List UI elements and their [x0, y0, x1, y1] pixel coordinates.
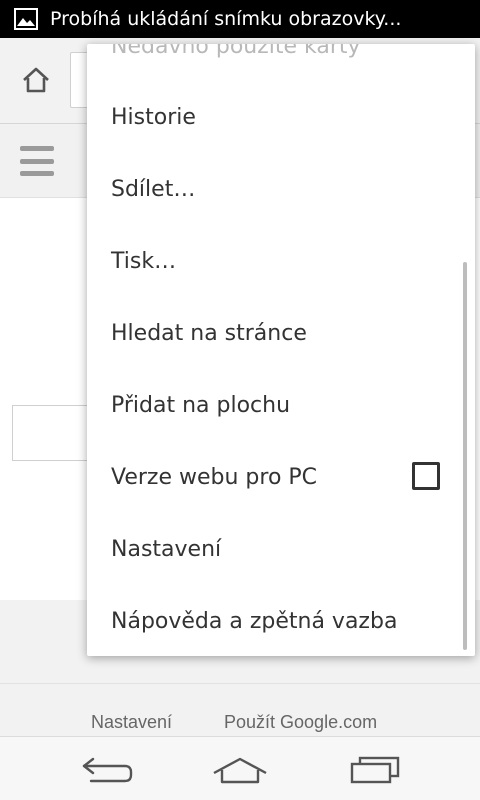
menu-item-settings[interactable]: Nastavení [87, 513, 475, 585]
hamburger-icon[interactable] [20, 146, 54, 176]
overflow-menu: Nedávno použité karty Historie Sdílet… T… [87, 44, 475, 656]
navigation-bar [0, 736, 480, 800]
desktop-site-checkbox[interactable] [412, 462, 440, 490]
menu-item-print[interactable]: Tisk… [87, 225, 475, 297]
menu-item-find-in-page[interactable]: Hledat na stránce [87, 297, 475, 369]
menu-item-help-feedback[interactable]: Nápověda a zpětná vazba [87, 585, 475, 656]
menu-item-recent-tabs[interactable]: Nedávno použité karty [87, 44, 475, 82]
recent-apps-icon [350, 756, 400, 784]
menu-scrollbar[interactable] [463, 262, 467, 650]
page-footer: Nastavení Použít Google.com [0, 684, 480, 736]
menu-item-desktop-site-label: Verze webu pro PC [111, 464, 318, 490]
home-button[interactable] [18, 62, 54, 98]
image-icon [14, 8, 38, 30]
menu-item-desktop-site[interactable]: Verze webu pro PC [87, 441, 475, 513]
footer-settings-link[interactable]: Nastavení [91, 712, 172, 733]
back-icon [82, 757, 133, 783]
status-notification-text: Probíhá ukládání snímku obrazovky... [50, 8, 402, 30]
footer-use-google-link[interactable]: Použít Google.com [224, 712, 377, 733]
home-icon [23, 67, 49, 93]
status-bar: Probíhá ukládání snímku obrazovky... [0, 0, 480, 38]
menu-item-share[interactable]: Sdílet… [87, 153, 475, 225]
nav-home-button[interactable] [205, 751, 275, 789]
recent-apps-button[interactable] [340, 751, 410, 789]
menu-item-history[interactable]: Historie [87, 81, 475, 153]
home-icon [213, 757, 267, 784]
menu-item-add-to-homescreen[interactable]: Přidat na plochu [87, 369, 475, 441]
back-button[interactable] [72, 751, 142, 789]
